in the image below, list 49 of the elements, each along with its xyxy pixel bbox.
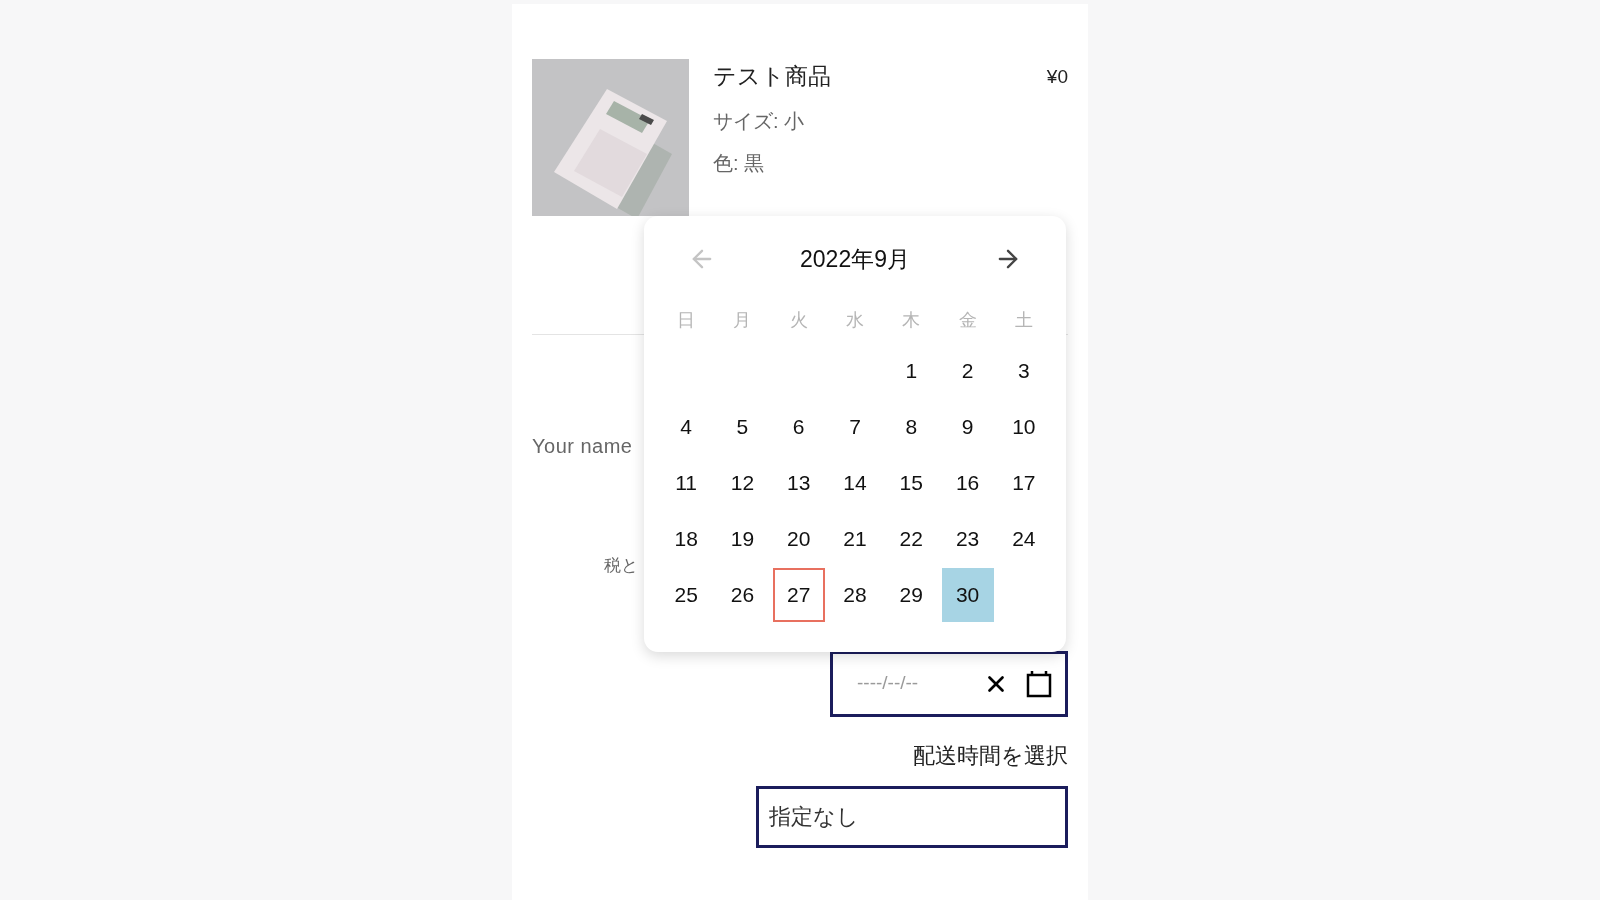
calendar-day[interactable]: 26 [716,567,769,622]
calendar-day[interactable]: 30 [941,567,994,622]
calendar-day[interactable]: 16 [941,455,994,510]
calendar-day[interactable]: 9 [941,399,994,454]
calendar-day[interactable]: 27 [772,567,825,622]
calendar-day[interactable]: 19 [716,511,769,566]
calendar-day[interactable]: 22 [885,511,938,566]
product-option: サイズ: 小 [713,105,1068,136]
delivery-time-label: 配送時間を選択 [913,741,1068,770]
weekday-label: 火 [788,308,809,332]
calendar-day[interactable]: 28 [829,567,881,622]
date-input[interactable]: ----/--/-- [857,669,967,698]
calendar-day[interactable]: 25 [660,567,713,622]
calendar-day[interactable]: 14 [829,455,881,510]
calendar-day[interactable]: 23 [941,511,994,566]
product-name: テスト商品 [713,62,831,91]
calendar-day[interactable]: 15 [885,455,938,510]
weekday-label: 日 [676,308,697,332]
weekday-label: 水 [845,308,865,332]
weekday-label: 月 [732,308,753,332]
calendar-day[interactable]: 13 [772,455,825,510]
calendar-day[interactable]: 18 [660,511,713,566]
calendar-day[interactable]: 24 [997,511,1050,566]
calendar-icon[interactable] [1025,668,1053,699]
weekday-label: 木 [901,308,922,332]
calendar-day[interactable]: 7 [829,399,881,454]
month-title: 2022年9月 [800,245,910,274]
calendar-day[interactable]: 2 [941,343,994,398]
weekday-label: 金 [957,308,978,332]
calendar-day[interactable]: 29 [885,567,938,622]
tax-label: 税と [604,555,638,577]
calendar-day[interactable]: 20 [772,511,825,566]
calendar-day[interactable]: 4 [660,399,713,454]
product-option: 色: 黒 [713,147,1068,178]
delivery-time-select[interactable]: 指定なし [756,785,1068,848]
calendar-day[interactable]: 6 [772,399,825,454]
calendar-day[interactable]: 1 [885,343,938,398]
calendar-day[interactable]: 10 [997,399,1050,454]
calendar-day[interactable]: 8 [885,399,938,454]
product-price: ¥0 [1046,65,1068,89]
calendar-day[interactable]: 5 [716,399,769,454]
calendar-day[interactable]: 21 [829,511,881,566]
date-picker-field[interactable]: ----/--/-- [830,650,1068,717]
weekday-label: 土 [1013,308,1034,332]
name-label: Your name [532,434,633,459]
calendar-day[interactable]: 3 [997,343,1050,398]
calendar-day[interactable]: 11 [660,455,713,510]
calendar-day[interactable]: 12 [716,455,769,510]
calendar-day[interactable]: 17 [997,455,1050,510]
